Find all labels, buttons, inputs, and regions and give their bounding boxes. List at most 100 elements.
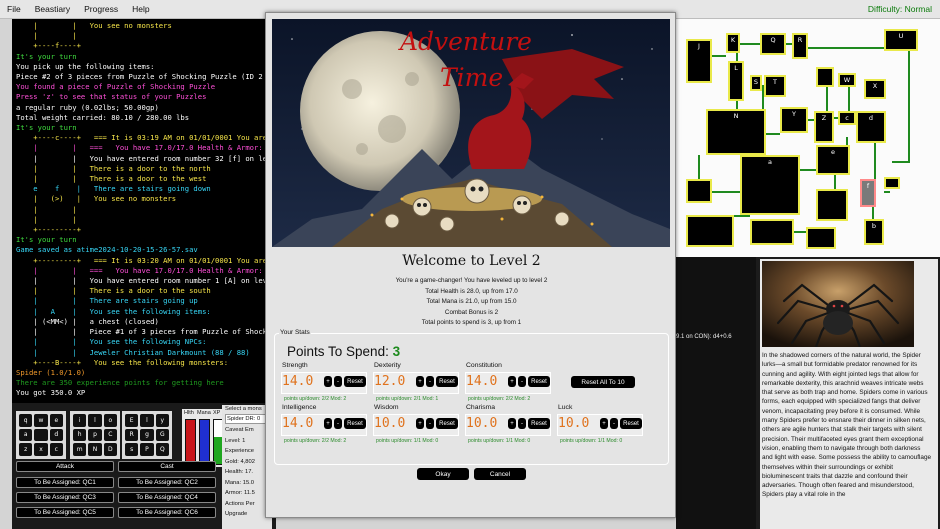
keypad-key[interactable]: y — [155, 414, 169, 427]
stat-minus-button[interactable]: - — [426, 418, 434, 429]
stat-minus-button[interactable]: - — [334, 376, 342, 387]
keypad-key[interactable]: G — [155, 428, 169, 442]
stat-minus-button[interactable]: - — [518, 418, 526, 429]
stat-plus-button[interactable]: + — [416, 376, 424, 387]
map-room[interactable]: W — [838, 73, 856, 87]
log-line: | | There are stairs going up — [16, 296, 198, 306]
map-room[interactable]: Q — [760, 33, 786, 55]
menu-progress[interactable]: Progress — [77, 4, 125, 14]
keypad-key[interactable]: a — [19, 428, 33, 442]
log-line: Total weight carried: 80.10 / 280.00 lbs — [16, 112, 190, 122]
map-room[interactable] — [750, 219, 794, 245]
stat-minus-button[interactable]: - — [518, 376, 526, 387]
keypad-key[interactable]: e — [49, 414, 63, 427]
keypad-key[interactable]: Q — [155, 443, 169, 456]
map-room[interactable] — [806, 227, 836, 249]
quick-cast-5-button[interactable]: To Be Assigned: QC5 — [16, 507, 114, 518]
keypad-key[interactable]: P — [140, 443, 154, 456]
stat-plus-button[interactable]: + — [508, 418, 516, 429]
menu-file[interactable]: File — [0, 4, 28, 14]
map-room[interactable]: c — [838, 111, 856, 125]
keypad-key[interactable]: N — [88, 443, 102, 456]
keypad-key[interactable]: z — [19, 443, 33, 456]
stat-plus-button[interactable]: + — [324, 418, 332, 429]
cast-button[interactable]: Cast — [118, 461, 216, 472]
keypad-key[interactable]: o — [103, 414, 117, 427]
map-room[interactable] — [686, 179, 712, 203]
keypad-key[interactable]: i — [73, 414, 87, 427]
map-room[interactable]: R — [792, 33, 808, 59]
keypad-key[interactable]: C — [103, 428, 117, 442]
map-room[interactable]: N — [706, 109, 766, 155]
map-room[interactable] — [884, 177, 900, 189]
keypad-key[interactable]: h — [73, 428, 87, 442]
map-room[interactable]: e — [816, 145, 850, 175]
cancel-button[interactable]: Cancel — [474, 468, 526, 480]
keypad-key[interactable]: l — [140, 414, 154, 427]
keypad-key[interactable]: d — [49, 428, 63, 442]
stat-note: points up/down: 2/2 Mod: 2 — [284, 438, 347, 444]
keypad-key[interactable]: x — [34, 443, 48, 456]
keypad-key[interactable]: g — [140, 428, 154, 442]
quick-cast-4-button[interactable]: To Be Assigned: QC4 — [118, 492, 216, 503]
map-room[interactable] — [686, 215, 734, 247]
map-room[interactable]: J — [686, 39, 712, 83]
quick-cast-1-button[interactable]: To Be Assigned: QC1 — [16, 477, 114, 488]
map-room[interactable]: X — [864, 79, 886, 99]
map-room[interactable]: b — [864, 219, 884, 245]
map-room[interactable]: a — [740, 155, 800, 215]
map-room[interactable]: K — [726, 33, 740, 53]
okay-button[interactable]: Okay — [417, 468, 469, 480]
monster-select[interactable]: Spider DR: 0 — [225, 414, 269, 424]
stat-minus-button[interactable]: - — [426, 376, 434, 387]
stat-plus-button[interactable]: + — [600, 418, 608, 429]
keypad-key[interactable]: c — [49, 443, 63, 456]
stat-plus-button[interactable]: + — [508, 376, 516, 387]
stat-reset-button[interactable]: Reset — [436, 418, 458, 429]
map-room[interactable]: U — [884, 29, 918, 51]
map-room[interactable]: L — [728, 61, 744, 101]
keypad-key[interactable]: q — [19, 414, 33, 427]
keypad-key[interactable]: p — [88, 428, 102, 442]
stat-plus-button[interactable]: + — [416, 418, 424, 429]
map-room[interactable]: f — [860, 179, 876, 207]
stat-minus-button[interactable]: - — [610, 418, 618, 429]
keypad-key[interactable]: E — [125, 414, 139, 427]
stat-box: 10.0 + - Reset points up/down: 1/1 Mod: 0 — [557, 414, 643, 444]
reset-all-button[interactable]: Reset All To 10 — [571, 376, 635, 388]
stat-reset-button[interactable]: Reset — [528, 418, 550, 429]
menu-help[interactable]: Help — [125, 4, 156, 14]
stat-reset-button[interactable]: Reset — [436, 376, 458, 387]
map-room[interactable]: Z — [814, 111, 834, 143]
quick-cast-2-button[interactable]: To Be Assigned: QC2 — [118, 477, 216, 488]
keypad-key[interactable]: D — [103, 443, 117, 456]
keypad-key[interactable]: R — [125, 428, 139, 442]
stat-value: 14.0 — [282, 374, 314, 389]
quick-cast-6-button[interactable]: To Be Assigned: QC6 — [118, 507, 216, 518]
game-log-terminal[interactable]: | | You see no monsters | | +----f----+ I… — [12, 19, 276, 403]
stat-reset-button[interactable]: Reset — [344, 376, 366, 387]
map-room[interactable]: S — [750, 75, 762, 91]
stat-reset-button[interactable]: Reset — [620, 418, 642, 429]
keypad-key[interactable]: l — [88, 414, 102, 427]
health-bar — [185, 419, 196, 465]
dungeon-map[interactable]: J K Q R U L S T W X N Y Zc d a e f b — [676, 19, 940, 257]
map-room[interactable] — [816, 67, 834, 87]
stat-plus-button[interactable]: + — [324, 376, 332, 387]
map-room[interactable] — [816, 189, 848, 221]
menu-beastiary[interactable]: Beastiary — [28, 4, 77, 14]
attack-button[interactable]: Attack — [16, 461, 114, 472]
keypad-key[interactable]: s — [125, 443, 139, 456]
keypad-key[interactable] — [34, 428, 48, 442]
stat-reset-button[interactable]: Reset — [344, 418, 366, 429]
stat-minus-button[interactable]: - — [334, 418, 342, 429]
quick-cast-3-button[interactable]: To Be Assigned: QC3 — [16, 492, 114, 503]
stat-reset-button[interactable]: Reset — [528, 376, 550, 387]
keypad-key[interactable]: w — [34, 414, 48, 427]
keypad-key[interactable]: m — [73, 443, 87, 456]
map-corridor — [800, 169, 816, 171]
combat-roll-text: 9.1 on CON): d4+0.6 — [676, 334, 732, 340]
map-room[interactable]: T — [764, 75, 786, 97]
map-room[interactable]: Y — [780, 107, 808, 133]
map-room[interactable]: d — [856, 111, 886, 143]
